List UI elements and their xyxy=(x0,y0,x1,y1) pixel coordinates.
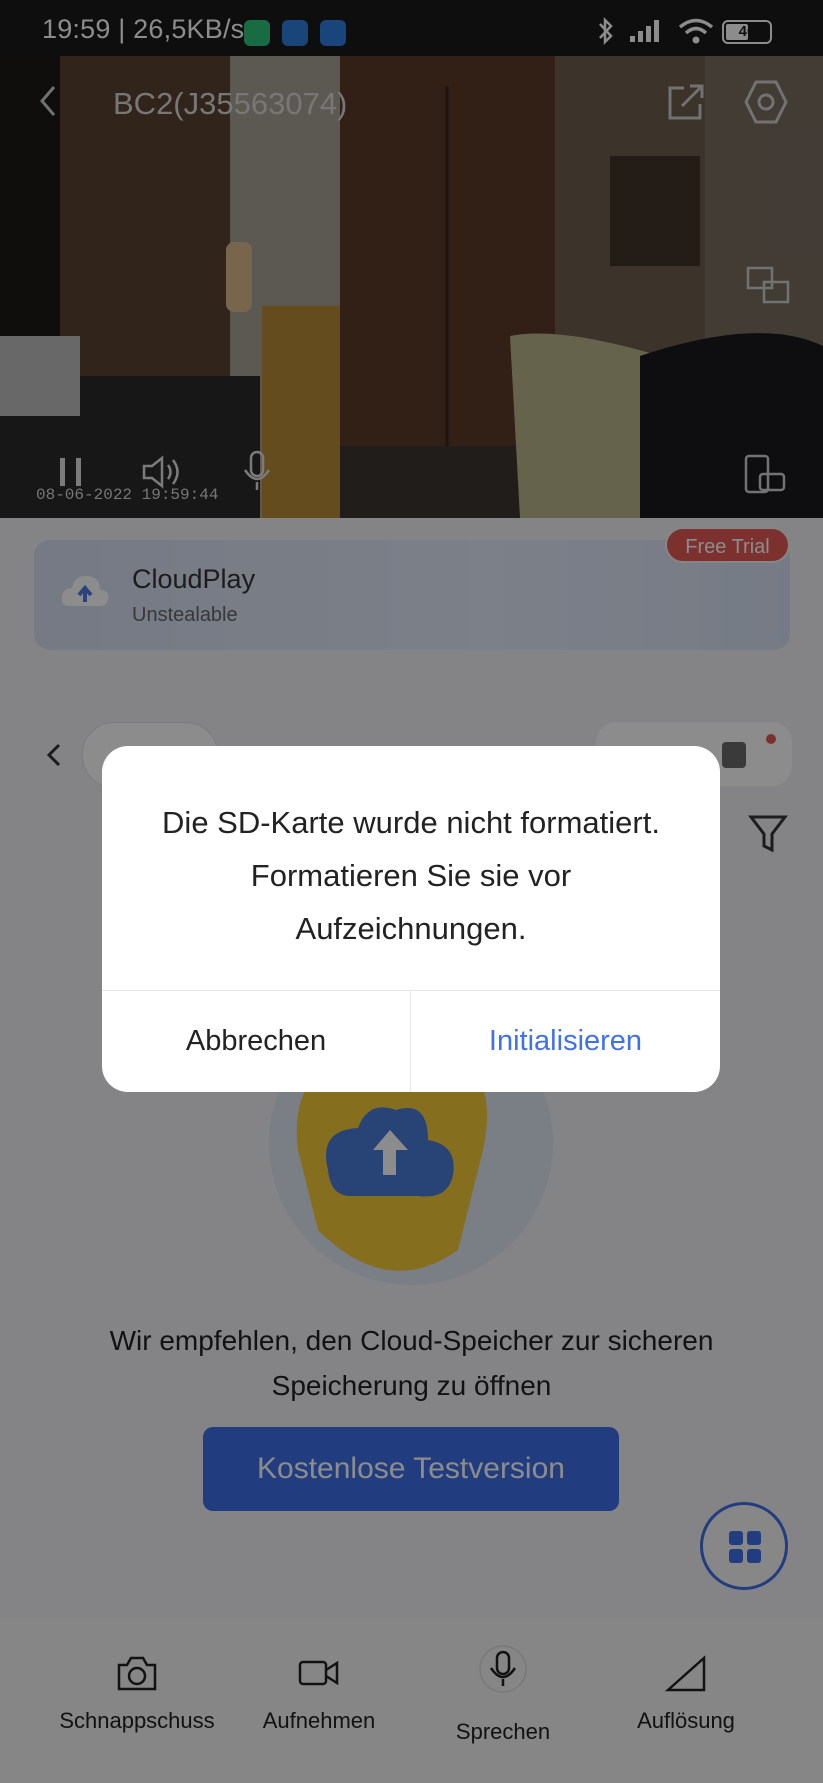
cancel-button[interactable]: Abbrechen xyxy=(102,991,410,1092)
sd-card-dialog: Die SD-Karte wurde nicht formatiert. For… xyxy=(102,746,720,1092)
initialize-button[interactable]: Initialisieren xyxy=(411,991,720,1092)
dialog-message: Die SD-Karte wurde nicht formatiert. For… xyxy=(162,805,660,946)
